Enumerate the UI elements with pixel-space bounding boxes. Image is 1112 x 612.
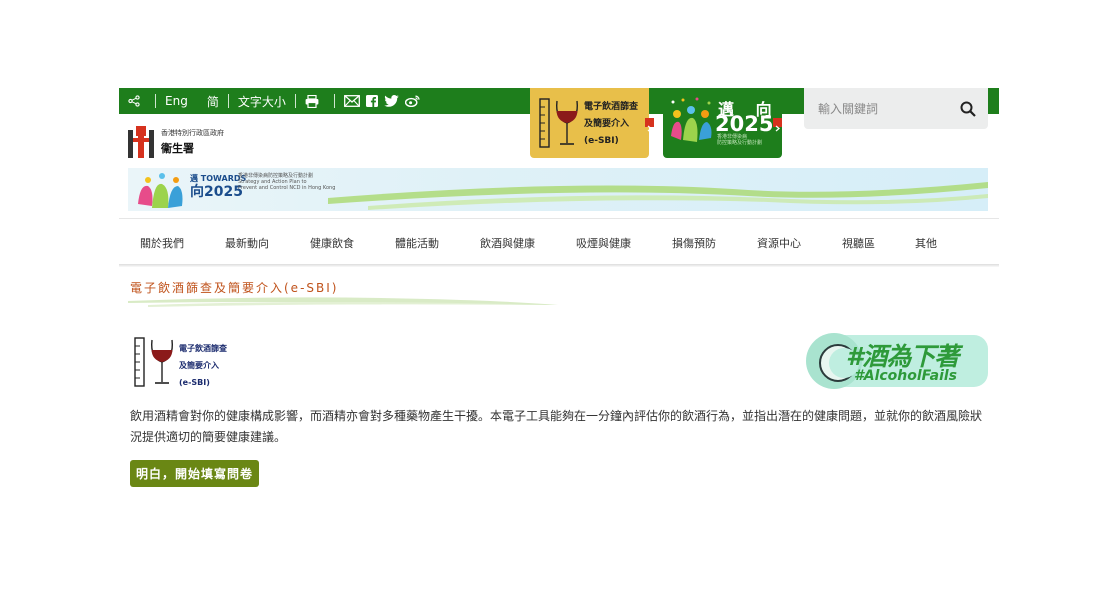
esbi-promo-line2: 及簡要介入 xyxy=(584,119,630,129)
nav-item-physical-activity[interactable]: 體能活動 xyxy=(395,235,439,251)
weibo-icon[interactable] xyxy=(404,95,420,107)
print-icon[interactable] xyxy=(305,94,319,108)
facebook-icon[interactable] xyxy=(365,95,378,107)
esbi-logo-line3: (e-SBI) xyxy=(179,378,210,387)
towards-2025-promo-card[interactable]: 邁 向 2025 香港非傳染病 防控策略及行動計劃 xyxy=(663,88,782,158)
alcohol-fails-campaign-logo[interactable]: #酒為下著 #AlcoholFails xyxy=(804,331,988,389)
esbi-promo-line3: (e-SBI) xyxy=(584,136,619,146)
towards-sub-line2: 防控策略及行動計劃 xyxy=(717,140,763,146)
department-title: 衞生署 xyxy=(161,142,194,155)
nav-item-news[interactable]: 最新動向 xyxy=(225,235,269,251)
nav-item-injury-prevention[interactable]: 損傷預防 xyxy=(672,235,716,251)
nav-item-audio-visual[interactable]: 視聽區 xyxy=(842,235,875,251)
search-input[interactable] xyxy=(804,88,944,129)
chevron-right-icon xyxy=(773,118,782,132)
esbi-logo-text: 電子飲酒篩查 及簡要介入 (e-SBI) xyxy=(179,340,227,391)
esbi-logo: 電子飲酒篩查 及簡要介入 (e-SBI) xyxy=(134,336,244,388)
email-icon[interactable] xyxy=(343,95,360,107)
esbi-promo-text: 電子飲酒篩查 及簡要介入 (e-SBI) xyxy=(584,99,638,150)
nav-item-resource-centre[interactable]: 資源中心 xyxy=(757,235,801,251)
wine-glass-ruler-icon xyxy=(134,337,173,387)
divider xyxy=(294,94,296,108)
share-icon[interactable] xyxy=(128,95,140,107)
main-nav: 關於我們 最新動向 健康飲食 體能活動 飲酒與健康 吸煙與健康 損傷預防 資源中… xyxy=(119,219,999,264)
font-size-link[interactable]: 文字大小 xyxy=(238,93,286,110)
nav-shadow xyxy=(119,264,999,267)
search-icon[interactable] xyxy=(960,101,976,121)
department-logo[interactable]: 香港特別行政區政府 衞生署 xyxy=(128,126,224,158)
nav-item-smoking-health[interactable]: 吸煙與健康 xyxy=(576,235,631,251)
banner-desc-line3: Prevent and Control NCD in Hong Kong xyxy=(238,185,336,191)
nav-item-healthy-eating[interactable]: 健康飲食 xyxy=(310,235,354,251)
start-questionnaire-button[interactable]: 明白，開始填寫問卷 xyxy=(130,460,259,487)
lang-simplified-link[interactable]: 简 xyxy=(207,93,219,110)
esbi-logo-line2: 及簡要介入 xyxy=(179,361,219,370)
esbi-promo-line1: 電子飲酒篩查 xyxy=(584,102,639,112)
people-figures-icon xyxy=(671,97,712,142)
page: Eng 简 文字大小 電子飲酒篩查 及簡要介入 (e-SBI) 邁 向 2025… xyxy=(0,0,1112,612)
search-box xyxy=(804,88,988,129)
towards-sub-text: 香港非傳染病 防控策略及行動計劃 xyxy=(717,134,762,146)
utility-tools: Eng 简 文字大小 xyxy=(128,88,426,114)
intro-paragraph: 飲用酒精會對你的健康構成影響，而酒精亦會對多種藥物產生干擾。本電子工具能夠在一分… xyxy=(130,409,983,444)
wine-glass-ruler-icon xyxy=(539,98,578,148)
title-swoosh-graphic xyxy=(128,297,558,307)
lang-english-link[interactable]: Eng xyxy=(165,94,188,108)
department-name: 香港特別行政區政府 衞生署 xyxy=(161,128,224,156)
towards-year-text: 2025 xyxy=(715,112,774,136)
banner-year-text: 向2025 xyxy=(190,184,243,200)
nav-item-others[interactable]: 其他 xyxy=(915,235,937,251)
towards-2025-banner[interactable]: 邁 TOWARDS 向2025 香港非傳染病防控策略及行動計劃 Strategy… xyxy=(128,168,988,211)
nav-item-alcohol-health[interactable]: 飲酒與健康 xyxy=(480,235,535,251)
campaign-english-text: #AlcoholFails xyxy=(854,368,958,384)
nav-item-about[interactable]: 關於我們 xyxy=(140,235,184,251)
esbi-logo-line1: 電子飲酒篩查 xyxy=(179,344,227,353)
twitter-icon[interactable] xyxy=(384,95,399,107)
department-emblem-icon xyxy=(128,126,154,158)
divider xyxy=(227,94,229,108)
banner-description: 香港非傳染病防控策略及行動計劃 Strategy and Action Plan… xyxy=(238,173,335,191)
government-name: 香港特別行政區政府 xyxy=(161,129,224,137)
divider xyxy=(155,94,156,108)
chevron-right-icon xyxy=(645,118,654,132)
divider xyxy=(333,94,335,108)
esbi-promo-card[interactable]: 電子飲酒篩查 及簡要介入 (e-SBI) xyxy=(530,88,649,158)
